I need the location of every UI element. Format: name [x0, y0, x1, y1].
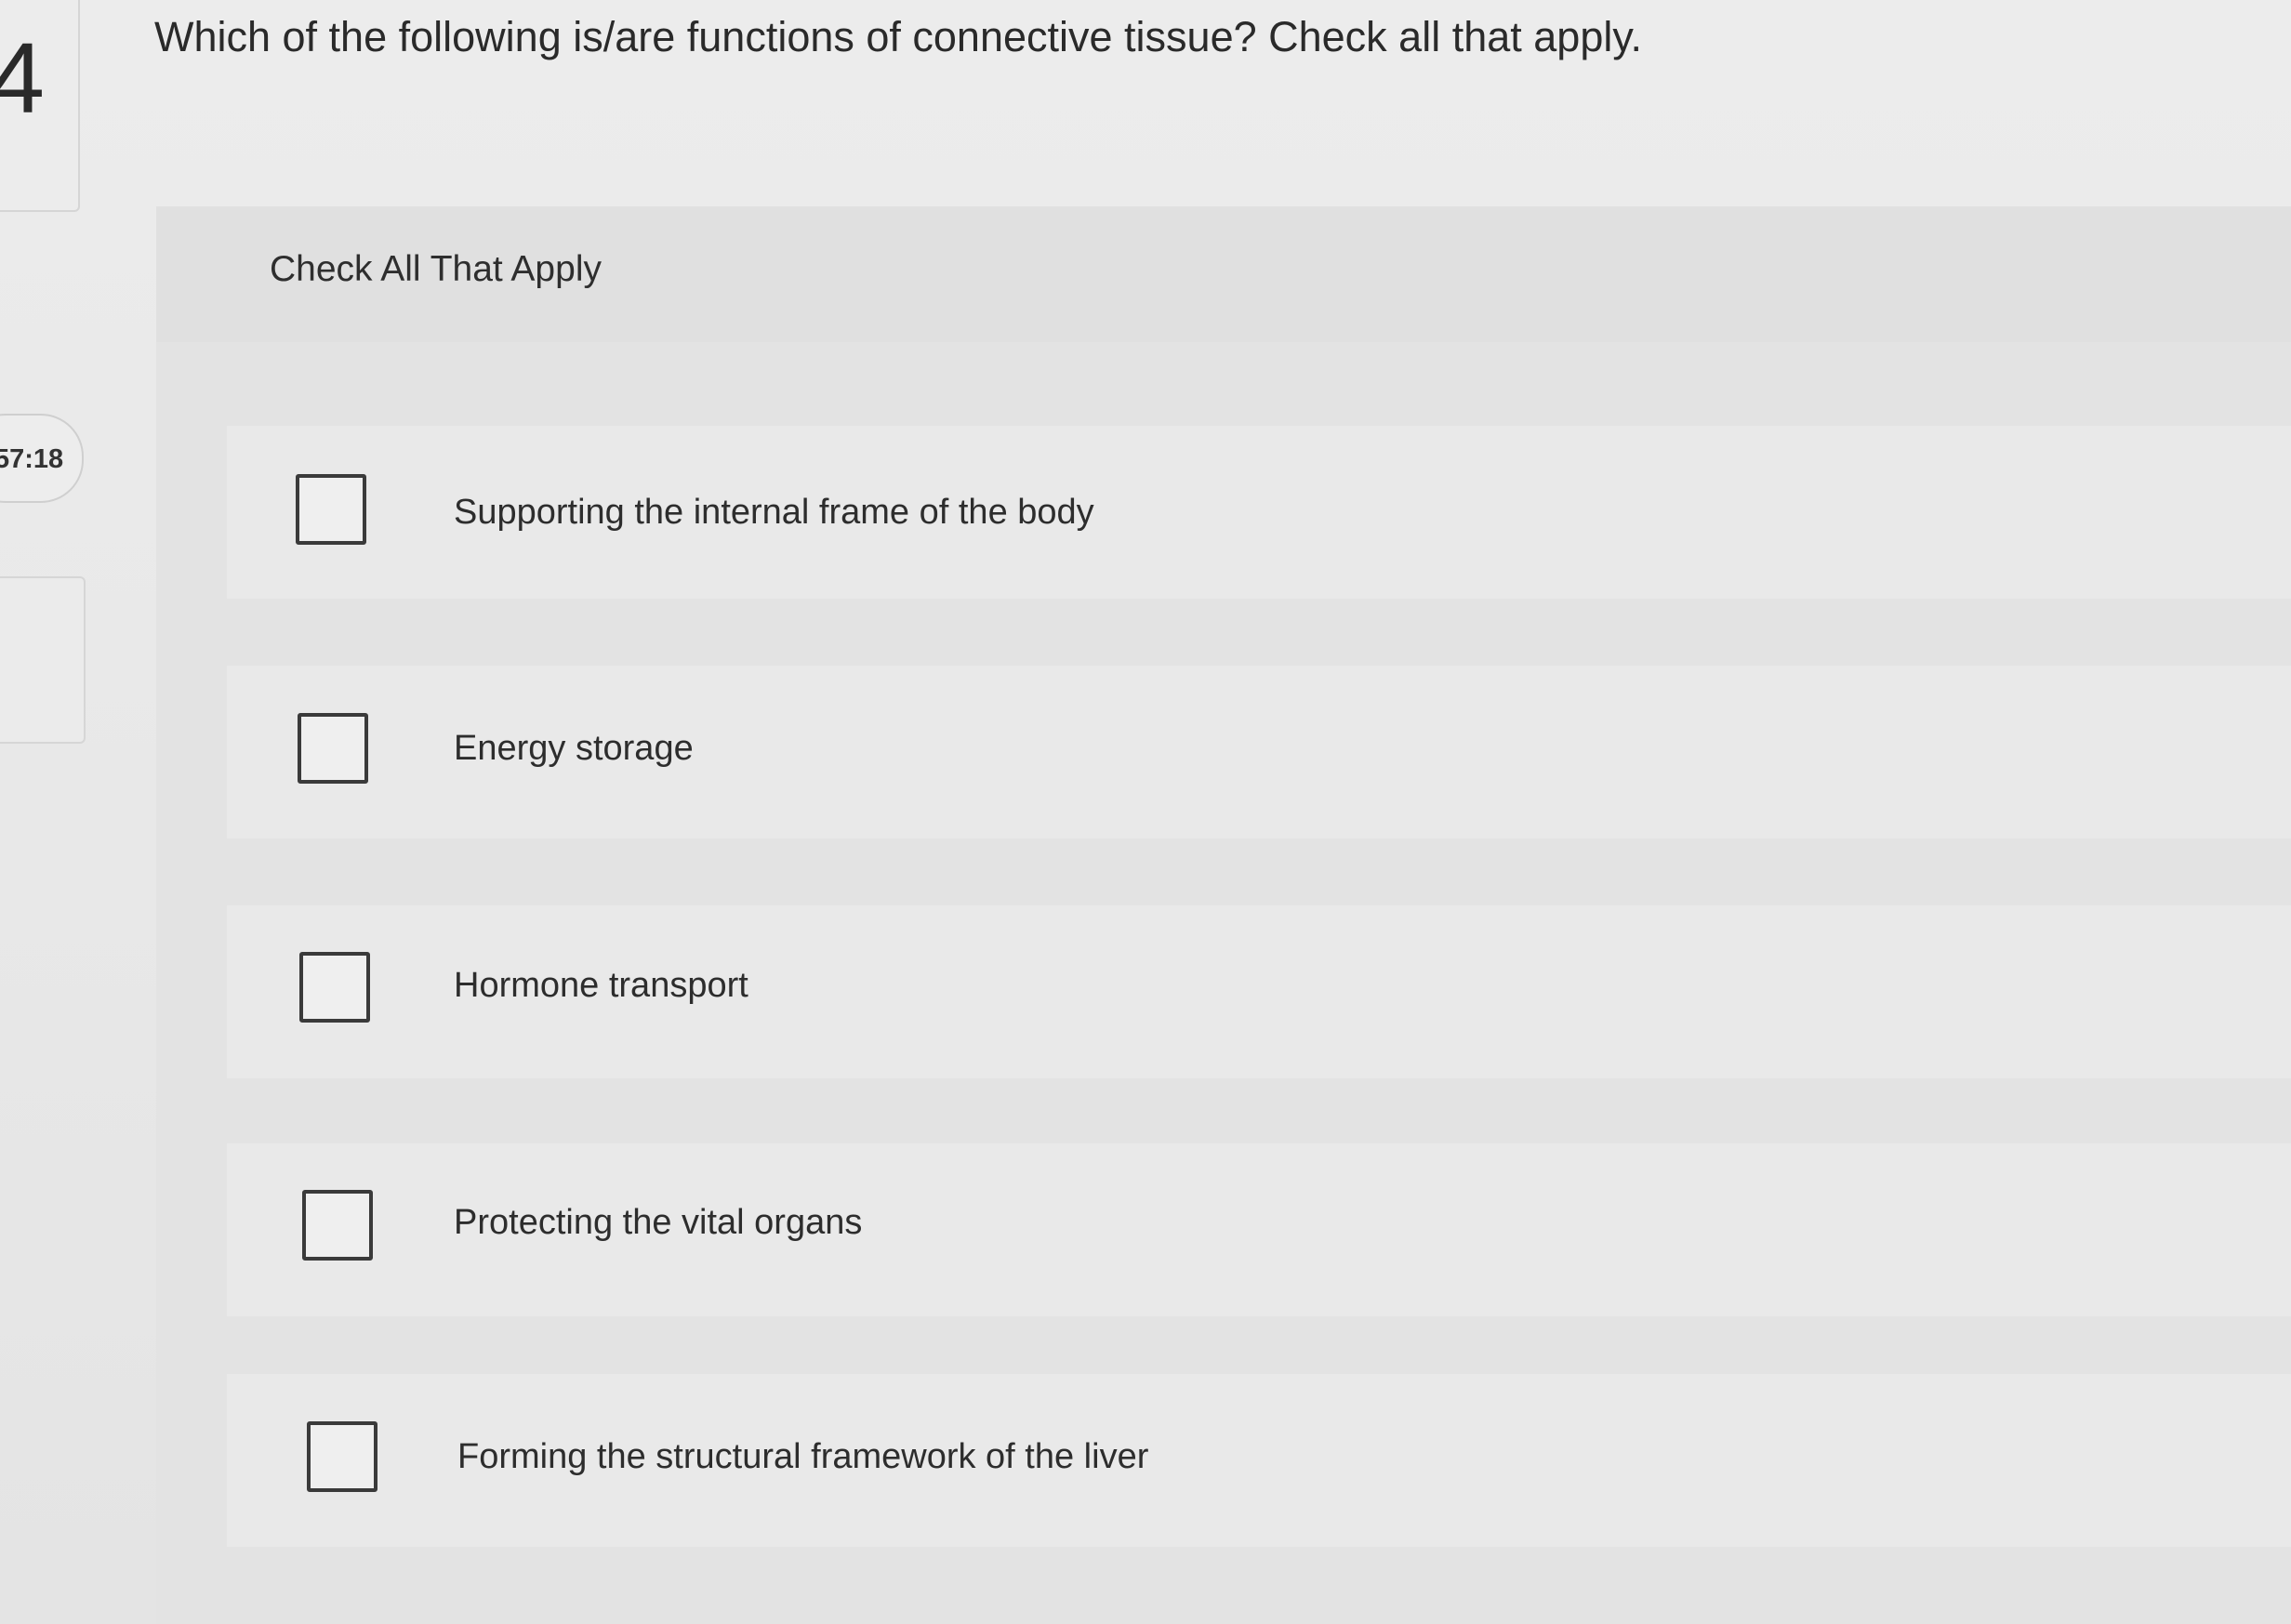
question-text: Which of the following is/are functions … — [154, 13, 1643, 60]
option-2-checkbox[interactable] — [298, 713, 368, 784]
option-4-checkbox[interactable] — [302, 1190, 373, 1261]
option-row-3[interactable]: Hormone transport — [227, 905, 2291, 1078]
option-1-label[interactable]: Supporting the internal frame of the bod… — [454, 493, 1094, 533]
option-2-label[interactable]: Energy storage — [454, 729, 694, 769]
option-1-checkbox[interactable] — [296, 474, 366, 545]
option-3-checkbox[interactable] — [299, 952, 370, 1023]
option-row-1[interactable]: Supporting the internal frame of the bod… — [227, 426, 2291, 599]
side-panel-card[interactable] — [0, 576, 86, 744]
option-4-label[interactable]: Protecting the vital organs — [454, 1203, 862, 1243]
timer-text: 57:18 — [0, 444, 64, 474]
quiz-screen: 4 57:18 Which of the following is/are fu… — [0, 0, 2291, 1624]
option-row-2[interactable]: Energy storage — [227, 666, 2291, 838]
option-5-checkbox[interactable] — [307, 1421, 377, 1492]
instruction-label: Check All That Apply — [270, 249, 602, 289]
option-5-label[interactable]: Forming the structural framework of the … — [457, 1437, 1148, 1477]
question-number: 4 — [0, 21, 46, 134]
option-row-5[interactable]: Forming the structural framework of the … — [227, 1374, 2291, 1547]
option-row-4[interactable]: Protecting the vital organs — [227, 1143, 2291, 1316]
option-3-label[interactable]: Hormone transport — [454, 966, 748, 1006]
